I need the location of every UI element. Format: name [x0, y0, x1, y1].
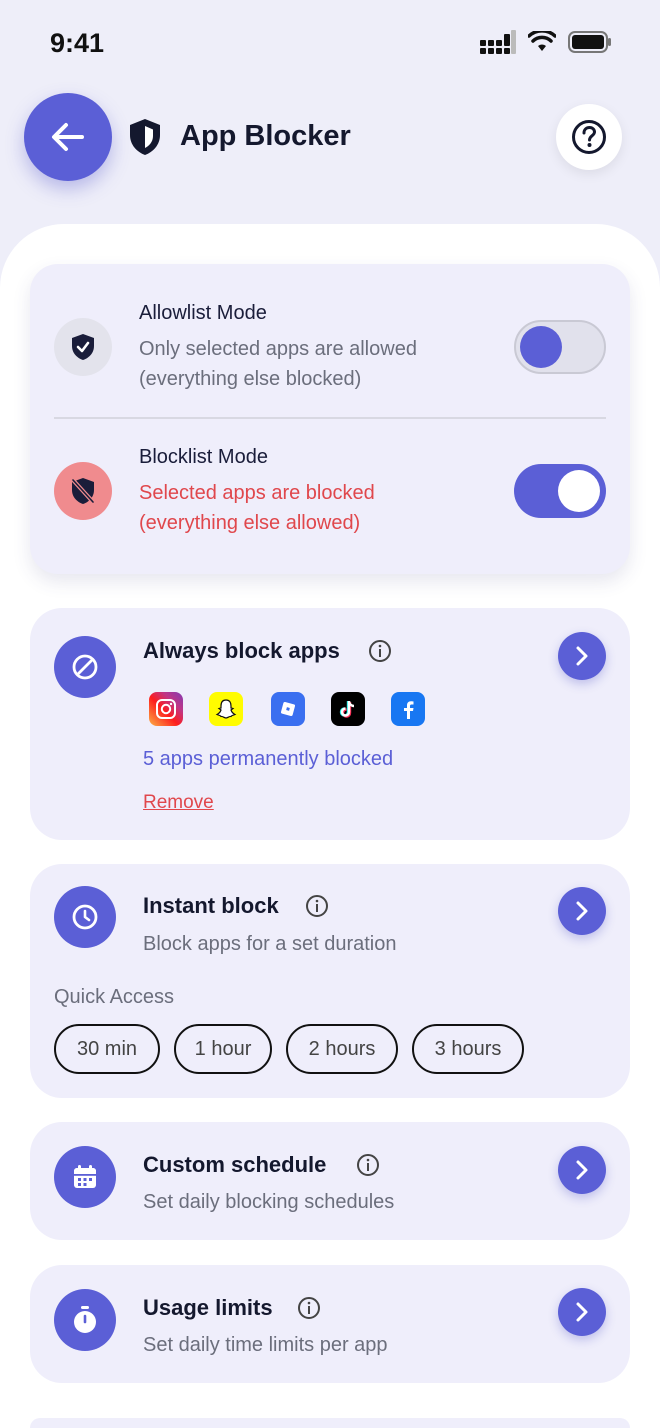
mode-divider: [54, 417, 606, 419]
usage-limits-icon-wrap: [54, 1289, 116, 1351]
page-title: App Blocker: [180, 120, 351, 152]
always-block-card[interactable]: Always block apps 5 apps permanently blo…: [30, 608, 630, 840]
usage-limits-subtitle: Set daily time limits per app: [143, 1334, 388, 1356]
usage-limits-card[interactable]: Usage limits Set daily time limits per a…: [30, 1265, 630, 1383]
back-button[interactable]: [24, 93, 112, 181]
status-bar: 9:41: [0, 0, 660, 88]
instant-block-subtitle: Block apps for a set duration: [143, 933, 397, 955]
custom-schedule-subtitle: Set daily blocking schedules: [143, 1191, 395, 1213]
chevron-right-icon: [576, 1302, 588, 1322]
chip-2-hours[interactable]: 2 hours: [286, 1024, 398, 1074]
arrow-left-icon: [52, 123, 84, 151]
info-icon[interactable]: [297, 1296, 321, 1320]
instant-block-chevron-button[interactable]: [558, 887, 606, 935]
blocklist-icon-wrap: [54, 462, 112, 520]
status-time: 9:41: [50, 28, 105, 58]
blocklist-desc-line1: Selected apps are blocked: [139, 482, 375, 504]
battery-icon: [568, 31, 611, 53]
toggle-knob: [520, 326, 562, 368]
info-icon[interactable]: [356, 1153, 380, 1177]
info-icon[interactable]: [305, 894, 329, 918]
calendar-icon: [74, 1165, 96, 1188]
allowlist-toggle[interactable]: [514, 320, 606, 374]
roblox-icon: [271, 692, 305, 726]
block-icon: [72, 654, 98, 680]
tiktok-icon: [331, 692, 365, 726]
blocked-count-text: 5 apps permanently blocked: [143, 748, 394, 770]
allowlist-desc: Only selected apps are allowed (everythi…: [139, 334, 499, 394]
custom-schedule-card[interactable]: Custom schedule Set daily blocking sched…: [30, 1122, 630, 1240]
blocklist-desc-line2: (everything else allowed): [139, 512, 361, 534]
clock-icon: [72, 904, 98, 930]
usage-limits-title: Usage limits: [143, 1295, 273, 1320]
stopwatch-icon: [74, 1306, 96, 1333]
allowlist-title: Allowlist Mode: [139, 302, 267, 324]
always-block-icon-wrap: [54, 636, 116, 698]
info-icon[interactable]: [368, 639, 392, 663]
custom-schedule-chevron-button[interactable]: [558, 1146, 606, 1194]
quick-access-label: Quick Access: [54, 986, 175, 1008]
blocklist-desc: Selected apps are blocked (everything el…: [139, 478, 499, 538]
blocklist-row: Blocklist Mode Selected apps are blocked…: [30, 420, 630, 560]
custom-schedule-title: Custom schedule: [143, 1152, 327, 1177]
wifi-icon: [528, 31, 556, 51]
allowlist-desc-line2: (everything else blocked): [139, 368, 362, 390]
remove-link[interactable]: Remove: [143, 792, 214, 814]
shield-off-icon: [71, 478, 95, 504]
usage-limits-chevron-button[interactable]: [558, 1288, 606, 1336]
chevron-right-icon: [576, 646, 588, 666]
allowlist-row: Allowlist Mode Only selected apps are al…: [30, 264, 630, 404]
blocklist-title: Blocklist Mode: [139, 446, 268, 468]
allowlist-desc-line1: Only selected apps are allowed: [139, 338, 417, 360]
toggle-knob: [558, 470, 600, 512]
shield-icon: [130, 119, 160, 155]
chevron-right-icon: [576, 901, 588, 921]
chip-1-hour[interactable]: 1 hour: [174, 1024, 272, 1074]
mode-card: Allowlist Mode Only selected apps are al…: [30, 264, 630, 574]
shield-check-icon: [72, 334, 94, 360]
instant-block-card[interactable]: Instant block Block apps for a set durat…: [30, 864, 630, 1098]
chevron-right-icon: [576, 1160, 588, 1180]
instagram-icon: [149, 692, 183, 726]
app-header: App Blocker: [0, 90, 660, 190]
snapchat-icon: [209, 692, 243, 726]
facebook-icon: [391, 692, 425, 726]
help-icon: [572, 120, 606, 154]
instant-block-icon-wrap: [54, 886, 116, 948]
custom-schedule-icon-wrap: [54, 1146, 116, 1208]
help-button[interactable]: [556, 104, 622, 170]
status-icons: [480, 30, 612, 54]
always-block-chevron-button[interactable]: [558, 632, 606, 680]
chip-3-hours[interactable]: 3 hours: [412, 1024, 524, 1074]
instant-block-title: Instant block: [143, 893, 279, 918]
signal-icon: [480, 30, 516, 54]
always-block-title: Always block apps: [143, 638, 340, 663]
chip-30-min[interactable]: 30 min: [54, 1024, 160, 1074]
blocklist-toggle[interactable]: [514, 464, 606, 518]
next-card-peek: [30, 1418, 630, 1428]
allowlist-icon-wrap: [54, 318, 112, 376]
